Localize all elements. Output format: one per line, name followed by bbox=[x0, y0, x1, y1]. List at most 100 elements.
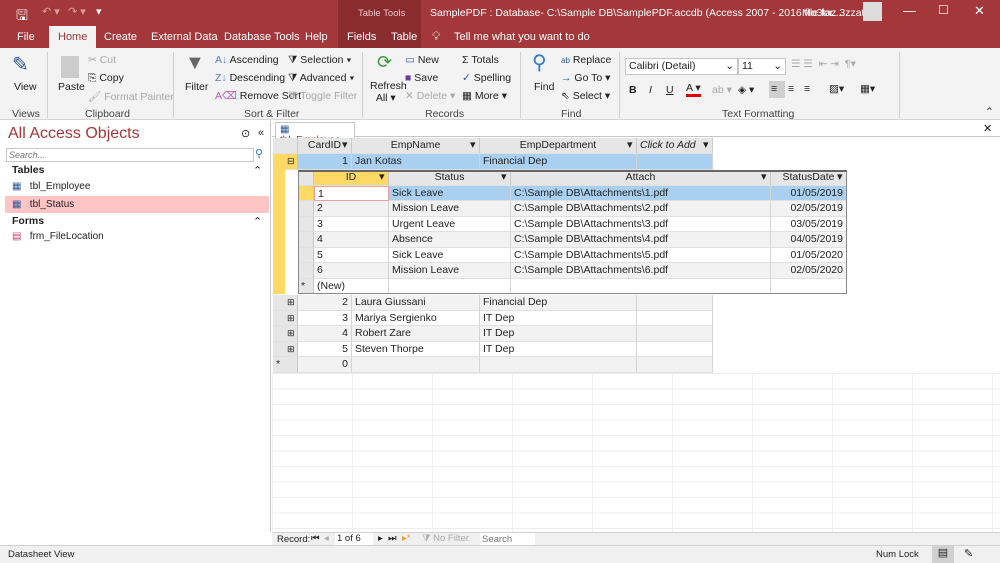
customize-qat-icon[interactable]: ▾ bbox=[96, 5, 102, 18]
cell-new-record[interactable]: (New) bbox=[314, 278, 389, 294]
cell-empname[interactable]: Laura Giussani bbox=[352, 295, 480, 311]
descending-button[interactable]: Z↓ Descending bbox=[215, 72, 285, 84]
cell-attach[interactable]: C:\Sample DB\Attachments\4.pdf bbox=[511, 232, 771, 248]
underline-button[interactable]: U bbox=[666, 84, 674, 96]
column-dropdown-icon[interactable]: ▾ bbox=[761, 170, 767, 183]
align-right-button[interactable]: ≡ bbox=[804, 83, 810, 95]
close-button[interactable]: ✕ bbox=[974, 3, 985, 19]
cell-id[interactable]: 1 bbox=[314, 185, 389, 201]
more-button[interactable]: ▦ More ▾ bbox=[462, 90, 507, 102]
cell-status[interactable]: Sick Leave bbox=[389, 185, 511, 201]
sub-record-selector[interactable] bbox=[298, 185, 314, 201]
sub-column-header[interactable]: ID bbox=[314, 170, 389, 186]
cell-status[interactable]: Sick Leave bbox=[389, 247, 511, 263]
cell-empty[interactable] bbox=[637, 310, 713, 326]
collapse-section-icon[interactable]: ⌃ bbox=[253, 164, 262, 177]
cell-cardid[interactable]: 5 bbox=[298, 341, 352, 357]
tell-me-search[interactable]: Tell me what you want to do bbox=[446, 26, 598, 48]
align-center-button[interactable]: ≡ bbox=[788, 83, 794, 95]
nav-section-tables[interactable]: Tables bbox=[12, 164, 44, 176]
refresh-all-button[interactable]: Refresh All ▾ bbox=[370, 80, 407, 104]
tab-help[interactable]: Help bbox=[297, 26, 336, 48]
user-name[interactable]: Mo3taz 3zzat bbox=[802, 7, 864, 19]
tab-database-tools[interactable]: Database Tools bbox=[216, 26, 308, 48]
expand-subdatasheet-icon[interactable]: ⊞ bbox=[287, 328, 295, 339]
italic-button[interactable]: I bbox=[649, 84, 652, 96]
maximize-button[interactable]: ☐ bbox=[938, 3, 949, 17]
tab-home[interactable]: Home bbox=[49, 26, 97, 48]
column-dropdown-icon[interactable]: ▾ bbox=[379, 170, 385, 183]
minimize-button[interactable]: — bbox=[903, 3, 916, 18]
goto-button[interactable]: → Go To ▾ bbox=[561, 72, 610, 84]
column-dropdown-icon[interactable]: ▾ bbox=[342, 138, 348, 151]
last-record-button[interactable]: ⏭ bbox=[388, 533, 397, 544]
cell-cardid[interactable]: 2 bbox=[298, 295, 352, 311]
cell-empname[interactable]: Robert Zare bbox=[352, 326, 480, 342]
design-view-button[interactable]: ✎ bbox=[964, 547, 973, 560]
cell-empty[interactable] bbox=[637, 154, 713, 170]
sub-column-header[interactable]: StatusDate bbox=[771, 170, 847, 186]
column-dropdown-icon[interactable]: ▾ bbox=[627, 138, 633, 151]
expand-subdatasheet-icon[interactable]: ⊞ bbox=[287, 313, 295, 324]
cell-attach[interactable]: C:\Sample DB\Attachments\3.pdf bbox=[511, 216, 771, 232]
no-filter-button[interactable]: ⧩ No Filter bbox=[422, 533, 469, 544]
cell-id[interactable]: 3 bbox=[314, 216, 389, 232]
cell-empty[interactable] bbox=[771, 278, 847, 294]
cell-status[interactable]: Urgent Leave bbox=[389, 216, 511, 232]
cell-attach[interactable]: C:\Sample DB\Attachments\5.pdf bbox=[511, 247, 771, 263]
find-button[interactable]: Find bbox=[534, 81, 554, 93]
cell-statusdate[interactable]: 03/05/2019 bbox=[771, 216, 847, 232]
new-record-nav-button[interactable]: ▸* bbox=[402, 533, 410, 544]
nav-title[interactable]: All Access Objects bbox=[8, 125, 140, 143]
nav-section-forms[interactable]: Forms bbox=[12, 215, 44, 227]
column-header[interactable]: Click to Add bbox=[637, 138, 713, 154]
cell-status[interactable]: Absence bbox=[389, 232, 511, 248]
nav-item-tbl-employee[interactable]: ▦ tbl_Employee bbox=[12, 181, 90, 192]
select-all-corner[interactable] bbox=[273, 138, 298, 154]
alternate-row-color-button[interactable]: ▦▾ bbox=[860, 83, 875, 95]
fill-color-button[interactable]: ◈ ▾ bbox=[738, 84, 754, 96]
cell-empty[interactable] bbox=[637, 341, 713, 357]
close-document-icon[interactable]: ✕ bbox=[983, 122, 992, 135]
cell-id[interactable]: 2 bbox=[314, 201, 389, 217]
cell-empty[interactable] bbox=[480, 357, 637, 373]
cell-status[interactable]: Mission Leave bbox=[389, 201, 511, 217]
cell-statusdate[interactable]: 04/05/2019 bbox=[771, 232, 847, 248]
save-record-button[interactable]: ■ Save bbox=[405, 72, 438, 84]
cell-statusdate[interactable]: 01/05/2019 bbox=[771, 185, 847, 201]
record-search-input[interactable] bbox=[480, 533, 535, 545]
cell-id[interactable]: 4 bbox=[314, 232, 389, 248]
sub-column-header[interactable]: Status bbox=[389, 170, 511, 186]
first-record-button[interactable]: ⏮ bbox=[311, 533, 320, 544]
expand-subdatasheet-icon[interactable]: ⊞ bbox=[287, 297, 295, 308]
nav-item-frm-filelocation[interactable]: ▤ frm_FileLocation bbox=[12, 231, 104, 242]
sub-column-header[interactable]: Attach bbox=[511, 170, 771, 186]
cell-empty[interactable] bbox=[389, 278, 511, 294]
font-size-select[interactable]: 11 ⌄ bbox=[738, 58, 786, 75]
avatar[interactable] bbox=[863, 2, 882, 21]
selection-button[interactable]: ⧩ Selection ▾ bbox=[288, 54, 352, 67]
collapse-section-icon[interactable]: ⌃ bbox=[253, 215, 262, 228]
nav-search-input[interactable] bbox=[6, 148, 254, 162]
gridlines-button[interactable]: ▨▾ bbox=[829, 83, 844, 95]
ascending-button[interactable]: A↓ Ascending bbox=[215, 54, 279, 66]
column-dropdown-icon[interactable]: ▾ bbox=[837, 170, 843, 183]
cell-cardid-new[interactable]: 0 bbox=[298, 357, 352, 373]
toggle-filter-button[interactable]: ⧩ Toggle Filter bbox=[288, 90, 357, 103]
tab-fields[interactable]: Fields bbox=[338, 26, 386, 48]
cell-empdepartment[interactable]: IT Dep bbox=[480, 341, 637, 357]
collapse-ribbon-icon[interactable]: ⌃ bbox=[985, 106, 994, 118]
totals-button[interactable]: Σ Totals bbox=[462, 54, 499, 66]
paste-button[interactable]: Paste bbox=[58, 81, 85, 93]
cut-button[interactable]: ✂ Cut bbox=[88, 54, 116, 66]
tab-create[interactable]: Create bbox=[96, 26, 145, 48]
column-dropdown-icon[interactable]: ▾ bbox=[470, 138, 476, 151]
tab-file[interactable]: File bbox=[9, 26, 43, 48]
cell-cardid[interactable]: 1 bbox=[298, 154, 352, 170]
cell-empdepartment[interactable]: IT Dep bbox=[480, 310, 637, 326]
cell-id[interactable]: 6 bbox=[314, 263, 389, 279]
nav-menu-icon[interactable]: ⊙ bbox=[241, 127, 250, 140]
sub-record-selector[interactable] bbox=[298, 232, 314, 248]
copy-button[interactable]: ⎘ Copy bbox=[88, 72, 124, 85]
search-icon[interactable]: ⚲ bbox=[255, 147, 263, 160]
